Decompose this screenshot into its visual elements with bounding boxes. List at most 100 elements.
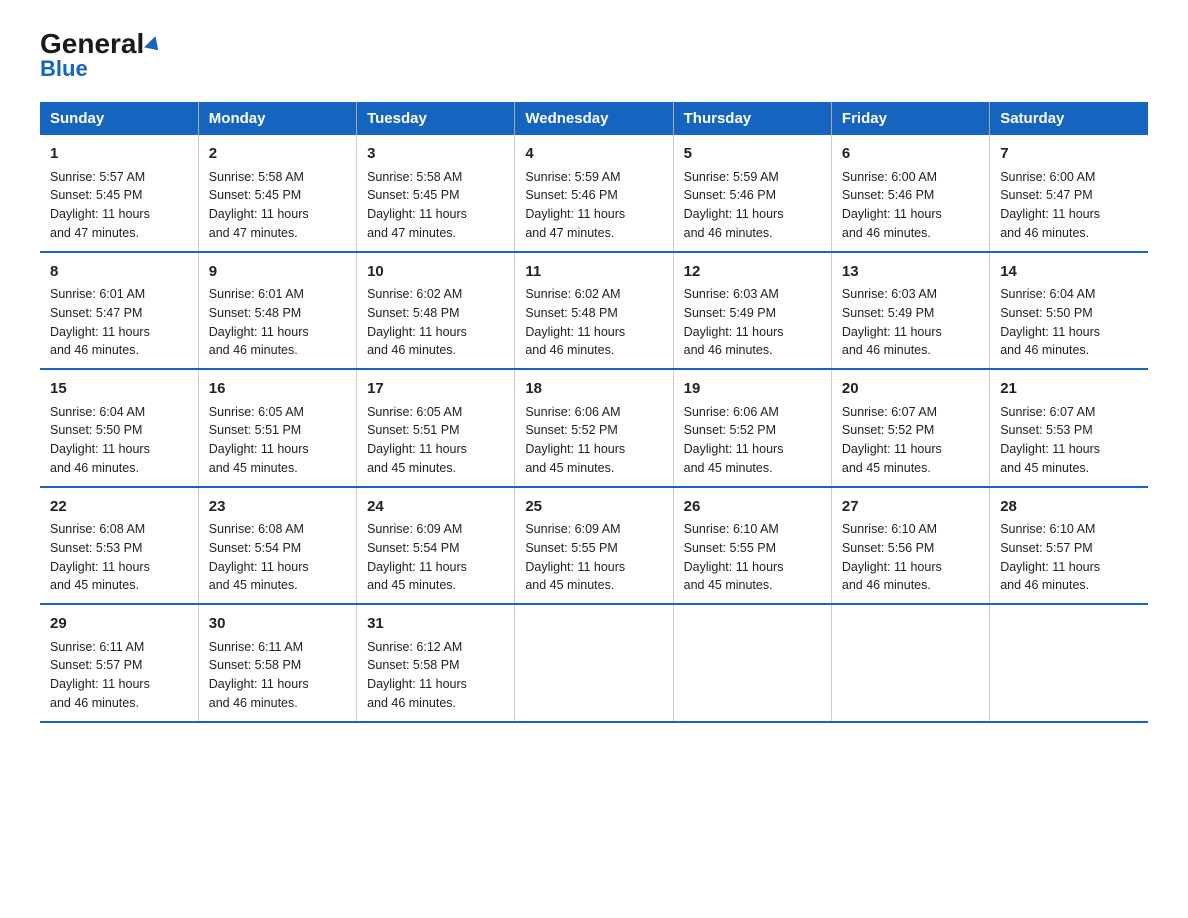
day-info: Sunrise: 6:01 AMSunset: 5:48 PMDaylight:… xyxy=(209,287,309,357)
calendar-week-3: 15 Sunrise: 6:04 AMSunset: 5:50 PMDaylig… xyxy=(40,369,1148,487)
calendar-cell: 20 Sunrise: 6:07 AMSunset: 5:52 PMDaylig… xyxy=(831,369,989,487)
day-number: 28 xyxy=(1000,496,1138,519)
calendar-cell: 1 Sunrise: 5:57 AMSunset: 5:45 PMDayligh… xyxy=(40,135,198,252)
day-number: 31 xyxy=(367,613,504,636)
calendar-cell: 16 Sunrise: 6:05 AMSunset: 5:51 PMDaylig… xyxy=(198,369,356,487)
day-number: 3 xyxy=(367,143,504,166)
day-number: 22 xyxy=(50,496,188,519)
day-number: 27 xyxy=(842,496,979,519)
calendar-cell: 27 Sunrise: 6:10 AMSunset: 5:56 PMDaylig… xyxy=(831,487,989,605)
page-header: General Blue xyxy=(40,30,1148,82)
calendar-cell: 31 Sunrise: 6:12 AMSunset: 5:58 PMDaylig… xyxy=(357,604,515,722)
day-info: Sunrise: 6:09 AMSunset: 5:54 PMDaylight:… xyxy=(367,522,467,592)
calendar-cell: 6 Sunrise: 6:00 AMSunset: 5:46 PMDayligh… xyxy=(831,135,989,252)
calendar-cell: 9 Sunrise: 6:01 AMSunset: 5:48 PMDayligh… xyxy=(198,252,356,370)
header-tuesday: Tuesday xyxy=(357,102,515,135)
day-info: Sunrise: 6:10 AMSunset: 5:55 PMDaylight:… xyxy=(684,522,784,592)
day-info: Sunrise: 5:57 AMSunset: 5:45 PMDaylight:… xyxy=(50,170,150,240)
day-number: 12 xyxy=(684,261,821,284)
calendar-cell: 10 Sunrise: 6:02 AMSunset: 5:48 PMDaylig… xyxy=(357,252,515,370)
day-info: Sunrise: 5:58 AMSunset: 5:45 PMDaylight:… xyxy=(209,170,309,240)
day-number: 5 xyxy=(684,143,821,166)
day-number: 17 xyxy=(367,378,504,401)
day-number: 15 xyxy=(50,378,188,401)
day-info: Sunrise: 6:10 AMSunset: 5:57 PMDaylight:… xyxy=(1000,522,1100,592)
day-info: Sunrise: 6:03 AMSunset: 5:49 PMDaylight:… xyxy=(684,287,784,357)
calendar-cell: 24 Sunrise: 6:09 AMSunset: 5:54 PMDaylig… xyxy=(357,487,515,605)
day-number: 20 xyxy=(842,378,979,401)
day-info: Sunrise: 6:00 AMSunset: 5:47 PMDaylight:… xyxy=(1000,170,1100,240)
day-number: 13 xyxy=(842,261,979,284)
day-number: 14 xyxy=(1000,261,1138,284)
calendar-cell xyxy=(515,604,673,722)
calendar-cell: 5 Sunrise: 5:59 AMSunset: 5:46 PMDayligh… xyxy=(673,135,831,252)
logo: General Blue xyxy=(40,30,162,82)
day-info: Sunrise: 6:08 AMSunset: 5:54 PMDaylight:… xyxy=(209,522,309,592)
calendar-cell: 18 Sunrise: 6:06 AMSunset: 5:52 PMDaylig… xyxy=(515,369,673,487)
calendar-header-row: SundayMondayTuesdayWednesdayThursdayFrid… xyxy=(40,102,1148,135)
day-number: 7 xyxy=(1000,143,1138,166)
header-wednesday: Wednesday xyxy=(515,102,673,135)
calendar-week-2: 8 Sunrise: 6:01 AMSunset: 5:47 PMDayligh… xyxy=(40,252,1148,370)
calendar-week-5: 29 Sunrise: 6:11 AMSunset: 5:57 PMDaylig… xyxy=(40,604,1148,722)
calendar-cell: 17 Sunrise: 6:05 AMSunset: 5:51 PMDaylig… xyxy=(357,369,515,487)
calendar-cell: 2 Sunrise: 5:58 AMSunset: 5:45 PMDayligh… xyxy=(198,135,356,252)
header-saturday: Saturday xyxy=(990,102,1148,135)
day-number: 2 xyxy=(209,143,346,166)
day-info: Sunrise: 6:11 AMSunset: 5:57 PMDaylight:… xyxy=(50,640,150,710)
calendar-cell: 19 Sunrise: 6:06 AMSunset: 5:52 PMDaylig… xyxy=(673,369,831,487)
calendar-cell xyxy=(990,604,1148,722)
day-number: 30 xyxy=(209,613,346,636)
calendar-cell: 21 Sunrise: 6:07 AMSunset: 5:53 PMDaylig… xyxy=(990,369,1148,487)
calendar-cell: 7 Sunrise: 6:00 AMSunset: 5:47 PMDayligh… xyxy=(990,135,1148,252)
day-info: Sunrise: 6:06 AMSunset: 5:52 PMDaylight:… xyxy=(525,405,625,475)
day-number: 1 xyxy=(50,143,188,166)
day-info: Sunrise: 6:05 AMSunset: 5:51 PMDaylight:… xyxy=(367,405,467,475)
calendar-cell: 11 Sunrise: 6:02 AMSunset: 5:48 PMDaylig… xyxy=(515,252,673,370)
day-number: 4 xyxy=(525,143,662,166)
calendar-week-4: 22 Sunrise: 6:08 AMSunset: 5:53 PMDaylig… xyxy=(40,487,1148,605)
calendar-cell: 26 Sunrise: 6:10 AMSunset: 5:55 PMDaylig… xyxy=(673,487,831,605)
logo-general: General xyxy=(40,30,162,58)
day-number: 11 xyxy=(525,261,662,284)
day-number: 25 xyxy=(525,496,662,519)
calendar-cell: 13 Sunrise: 6:03 AMSunset: 5:49 PMDaylig… xyxy=(831,252,989,370)
calendar-cell: 8 Sunrise: 6:01 AMSunset: 5:47 PMDayligh… xyxy=(40,252,198,370)
calendar-week-1: 1 Sunrise: 5:57 AMSunset: 5:45 PMDayligh… xyxy=(40,135,1148,252)
calendar-cell: 29 Sunrise: 6:11 AMSunset: 5:57 PMDaylig… xyxy=(40,604,198,722)
day-info: Sunrise: 6:08 AMSunset: 5:53 PMDaylight:… xyxy=(50,522,150,592)
header-friday: Friday xyxy=(831,102,989,135)
day-info: Sunrise: 6:04 AMSunset: 5:50 PMDaylight:… xyxy=(50,405,150,475)
day-number: 26 xyxy=(684,496,821,519)
day-number: 9 xyxy=(209,261,346,284)
logo-blue: Blue xyxy=(40,56,88,82)
calendar-cell: 12 Sunrise: 6:03 AMSunset: 5:49 PMDaylig… xyxy=(673,252,831,370)
day-info: Sunrise: 6:04 AMSunset: 5:50 PMDaylight:… xyxy=(1000,287,1100,357)
calendar-table: SundayMondayTuesdayWednesdayThursdayFrid… xyxy=(40,102,1148,723)
calendar-cell: 23 Sunrise: 6:08 AMSunset: 5:54 PMDaylig… xyxy=(198,487,356,605)
day-info: Sunrise: 6:11 AMSunset: 5:58 PMDaylight:… xyxy=(209,640,309,710)
day-number: 24 xyxy=(367,496,504,519)
day-number: 29 xyxy=(50,613,188,636)
day-info: Sunrise: 5:59 AMSunset: 5:46 PMDaylight:… xyxy=(525,170,625,240)
calendar-cell: 30 Sunrise: 6:11 AMSunset: 5:58 PMDaylig… xyxy=(198,604,356,722)
day-info: Sunrise: 5:58 AMSunset: 5:45 PMDaylight:… xyxy=(367,170,467,240)
day-info: Sunrise: 6:05 AMSunset: 5:51 PMDaylight:… xyxy=(209,405,309,475)
day-number: 16 xyxy=(209,378,346,401)
calendar-cell: 15 Sunrise: 6:04 AMSunset: 5:50 PMDaylig… xyxy=(40,369,198,487)
header-monday: Monday xyxy=(198,102,356,135)
day-info: Sunrise: 6:06 AMSunset: 5:52 PMDaylight:… xyxy=(684,405,784,475)
calendar-cell xyxy=(831,604,989,722)
day-info: Sunrise: 6:02 AMSunset: 5:48 PMDaylight:… xyxy=(525,287,625,357)
day-number: 6 xyxy=(842,143,979,166)
day-info: Sunrise: 6:07 AMSunset: 5:53 PMDaylight:… xyxy=(1000,405,1100,475)
day-info: Sunrise: 5:59 AMSunset: 5:46 PMDaylight:… xyxy=(684,170,784,240)
day-info: Sunrise: 6:03 AMSunset: 5:49 PMDaylight:… xyxy=(842,287,942,357)
day-info: Sunrise: 6:09 AMSunset: 5:55 PMDaylight:… xyxy=(525,522,625,592)
day-number: 18 xyxy=(525,378,662,401)
day-info: Sunrise: 6:12 AMSunset: 5:58 PMDaylight:… xyxy=(367,640,467,710)
day-number: 21 xyxy=(1000,378,1138,401)
day-number: 8 xyxy=(50,261,188,284)
calendar-cell: 14 Sunrise: 6:04 AMSunset: 5:50 PMDaylig… xyxy=(990,252,1148,370)
calendar-cell: 4 Sunrise: 5:59 AMSunset: 5:46 PMDayligh… xyxy=(515,135,673,252)
